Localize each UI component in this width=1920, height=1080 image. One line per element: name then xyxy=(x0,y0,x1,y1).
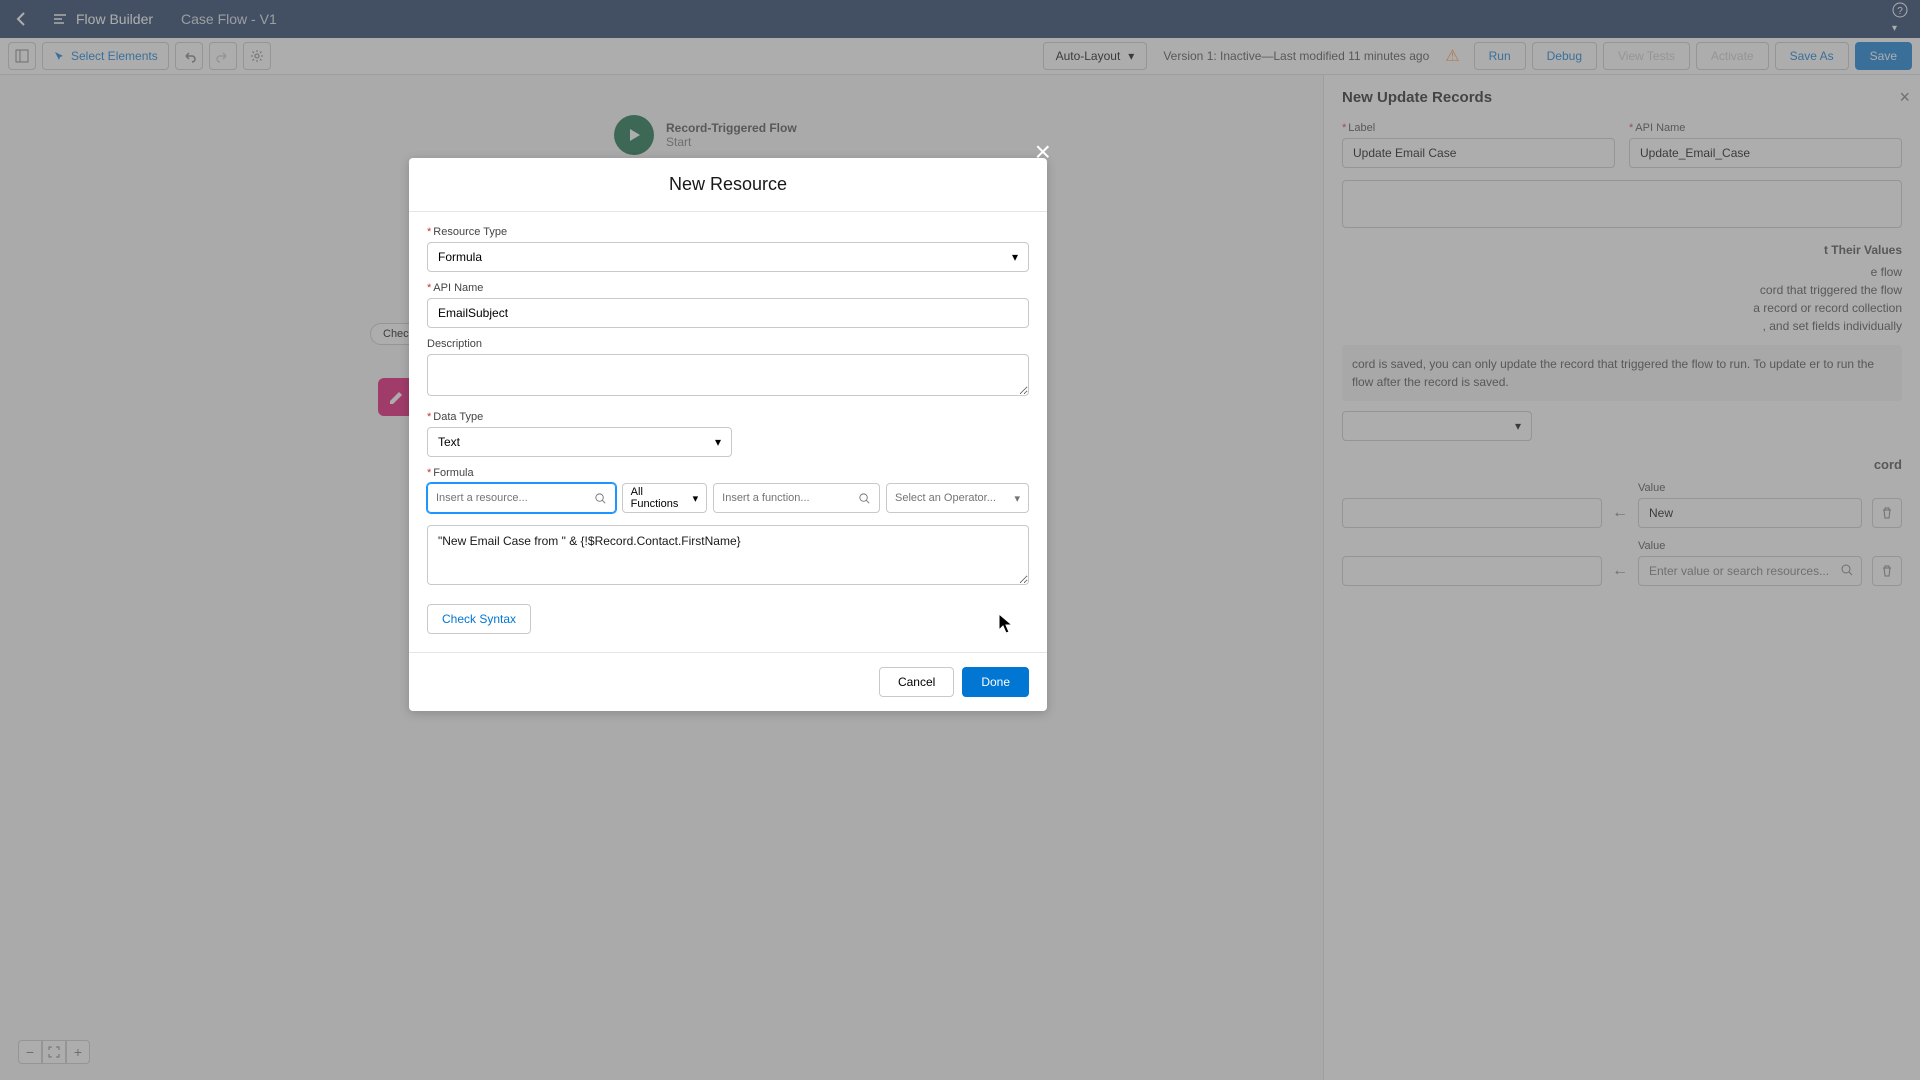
formula-editor[interactable]: "New Email Case from " & {!$Record.Conta… xyxy=(427,525,1029,585)
operator-dropdown[interactable]: Select an Operator... ▾ xyxy=(886,483,1029,513)
chevron-down-icon: ▾ xyxy=(1012,250,1018,264)
description-textarea[interactable] xyxy=(427,354,1029,396)
cancel-button[interactable]: Cancel xyxy=(879,667,954,697)
api-name-input[interactable] xyxy=(427,298,1029,328)
chevron-down-icon: ▾ xyxy=(693,492,699,505)
resource-placeholder: Insert a resource... xyxy=(436,492,528,504)
resource-type-select[interactable]: Formula ▾ xyxy=(427,242,1029,272)
operator-placeholder: Select an Operator... xyxy=(895,492,996,504)
function-placeholder: Insert a function... xyxy=(722,492,809,504)
chevron-down-icon: ▾ xyxy=(1014,492,1020,505)
api-name-label: *API Name xyxy=(427,282,1029,294)
insert-function-input[interactable]: Insert a function... xyxy=(713,483,880,513)
description-label: Description xyxy=(427,338,1029,350)
modal-title: New Resource xyxy=(409,158,1047,212)
modal-close-button[interactable]: × xyxy=(1035,136,1051,168)
data-type-value: Text xyxy=(438,435,460,449)
search-icon xyxy=(594,492,607,505)
functions-label: All Functions xyxy=(631,486,693,510)
done-button[interactable]: Done xyxy=(962,667,1029,697)
chevron-down-icon: ▾ xyxy=(715,435,721,449)
insert-resource-input[interactable]: Insert a resource... xyxy=(427,483,616,513)
formula-label: *Formula xyxy=(427,467,1029,479)
functions-dropdown[interactable]: All Functions ▾ xyxy=(622,483,707,513)
new-resource-modal: × New Resource *Resource Type Formula ▾ … xyxy=(409,158,1047,711)
check-syntax-button[interactable]: Check Syntax xyxy=(427,604,531,634)
data-type-label: *Data Type xyxy=(427,411,1029,423)
search-icon xyxy=(858,492,871,505)
resource-type-value: Formula xyxy=(438,250,482,264)
data-type-select[interactable]: Text ▾ xyxy=(427,427,732,457)
resource-type-label: *Resource Type xyxy=(427,226,1029,238)
